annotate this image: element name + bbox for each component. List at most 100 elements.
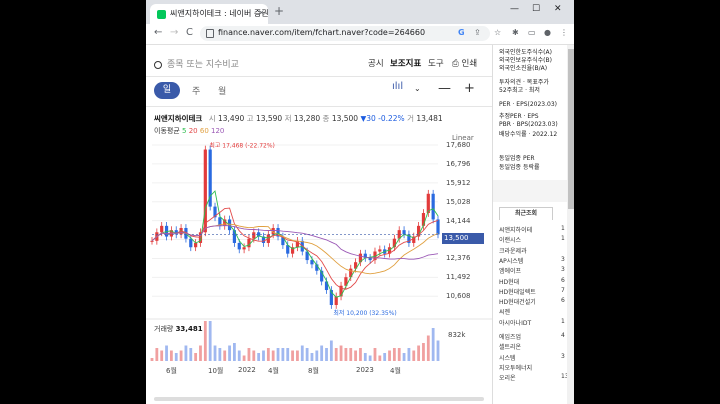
extensions-icon[interactable]: ✱ <box>512 28 519 37</box>
volume-bar <box>208 321 212 361</box>
low-value: 13,280 <box>293 114 321 123</box>
candle-body <box>252 232 256 239</box>
volume-bar <box>271 350 275 361</box>
volume-bar <box>397 348 401 361</box>
recent-item-count: 1 <box>561 235 565 243</box>
recent-item[interactable]: 씨젠 <box>499 307 510 316</box>
ma-5[interactable]: 5 <box>182 127 186 135</box>
y-tick-label: 15,912 <box>446 178 471 187</box>
menu-print-label: 인쇄 <box>461 59 478 69</box>
period-monthly-button[interactable]: 월 <box>218 84 226 97</box>
menu-indicators[interactable]: 보조지표 <box>390 57 421 69</box>
volume-bar <box>383 353 387 361</box>
volume-bar <box>228 345 231 361</box>
volume-bar <box>237 350 241 361</box>
divider <box>146 106 492 107</box>
candle-body <box>160 225 164 233</box>
recent-item[interactable]: 시스템 <box>499 353 516 362</box>
page-content: 종목 또는 지수비교 공시 보조지표 도구 ⎙ 인쇄 일 주 월 ılıl ⌄ … <box>146 45 574 404</box>
google-icon[interactable]: G <box>458 28 465 37</box>
volume-bar <box>150 358 154 361</box>
volume-bar <box>184 345 188 361</box>
volume-bar <box>359 348 362 361</box>
period-daily-button[interactable]: 일 <box>154 82 180 99</box>
volume-axis-label: 832k <box>448 331 466 339</box>
recent-item[interactable]: 아시아나IDT <box>499 318 531 327</box>
recent-item-count: 1 <box>561 317 565 325</box>
candle-body <box>436 219 440 235</box>
zoom-in-icon[interactable]: + <box>464 81 475 96</box>
scrollbar-thumb[interactable] <box>568 49 574 209</box>
ma-120[interactable]: 120 <box>211 127 224 135</box>
bookmark-star-icon[interactable]: ☆ <box>494 28 501 37</box>
y-tick-label: 10,608 <box>446 292 471 301</box>
volume-bar <box>388 350 391 361</box>
close-window-button[interactable]: ✕ <box>554 4 562 14</box>
recent-item[interactable]: 오리온 <box>499 373 516 382</box>
volume-bar <box>422 343 425 361</box>
stock-search[interactable]: 종목 또는 지수비교 <box>154 57 239 70</box>
volume-bar <box>436 340 440 361</box>
open-label: 시 <box>208 114 216 123</box>
ohlc-line: 씨앤지하이테크 시 13,490 고 13,590 저 13,280 종 13,… <box>154 113 443 124</box>
recent-item[interactable]: 크라운제과 <box>499 246 527 255</box>
divider <box>146 76 492 77</box>
recent-item[interactable]: AP시스템 <box>499 256 523 265</box>
volume-bar <box>286 348 290 361</box>
profile-avatar-icon[interactable]: ● <box>544 28 551 37</box>
new-tab-button[interactable]: + <box>274 4 284 18</box>
recent-item[interactable]: 에임즈업 <box>499 332 521 341</box>
recent-item[interactable]: 지오투에너지 <box>499 363 532 372</box>
candle-body <box>189 238 193 248</box>
change-value: ▼30 -0.22% <box>360 114 405 123</box>
tab-bar: 씨앤지하이테크 : 네이버 증권 × + — ☐ ✕ <box>146 0 574 24</box>
volume-bar <box>189 348 193 361</box>
browser-tab[interactable]: 씨앤지하이테크 : 네이버 증권 × <box>150 4 269 24</box>
period-weekly-button[interactable]: 주 <box>192 84 200 97</box>
volume-bar <box>203 321 207 361</box>
recent-item[interactable]: HD현대일렉트 <box>499 287 536 296</box>
menu-print[interactable]: ⎙ 인쇄 <box>452 57 477 69</box>
tab-close-icon[interactable]: × <box>258 8 265 17</box>
recent-item[interactable]: HD현대 <box>499 277 519 286</box>
recent-item[interactable]: 셀트리온 <box>499 342 521 351</box>
recent-item[interactable]: 이랜시스 <box>499 235 521 244</box>
volume-bar <box>344 348 348 361</box>
ma-60[interactable]: 60 <box>200 127 209 135</box>
price-chart[interactable]: 최고 17,468 (-22.72%) 최저 10,200 (32.35%) <box>146 141 492 397</box>
x-tick-label: 2022 <box>238 366 256 374</box>
url-field[interactable]: finance.naver.com/item/fchart.naver?code… <box>200 26 490 41</box>
menu-tools[interactable]: 도구 <box>428 57 444 69</box>
recent-item[interactable]: 엠에이프 <box>499 266 521 275</box>
volume-bar <box>276 348 280 361</box>
volume-bar <box>329 340 333 361</box>
reload-button[interactable]: C <box>186 27 193 38</box>
tab-title: 씨앤지하이테크 : 네이버 증권 <box>170 9 269 18</box>
minimize-button[interactable]: — <box>510 4 519 14</box>
print-icon: ⎙ <box>452 59 459 69</box>
volume-bar <box>305 348 309 361</box>
ma-20[interactable]: 20 <box>189 127 198 135</box>
chevron-down-icon[interactable]: ⌄ <box>414 84 421 93</box>
share-icon[interactable]: ⇪ <box>474 28 481 37</box>
back-button[interactable]: ← <box>154 27 162 38</box>
recent-item-count: 3 <box>561 255 565 263</box>
recent-item[interactable]: 씨앤지하이테 <box>499 225 532 234</box>
sidebar-info-item: 52주최고 · 최저 <box>499 87 540 94</box>
volume-bar <box>315 350 319 361</box>
menu-disclosure[interactable]: 공시 <box>368 57 384 69</box>
volume-bar <box>349 348 353 361</box>
forward-button[interactable]: → <box>170 27 178 38</box>
recent-item[interactable]: HD현대건설기 <box>499 297 536 306</box>
volume-bar <box>325 348 328 361</box>
maximize-button[interactable]: ☐ <box>532 4 540 14</box>
candle-type-icon[interactable]: ılıl <box>392 81 403 92</box>
volume-bar <box>247 348 251 361</box>
page-scrollbar[interactable] <box>567 45 574 404</box>
sidepanel-icon[interactable]: ▭ <box>528 28 536 37</box>
volume-bar <box>213 345 217 361</box>
zoom-out-icon[interactable]: — <box>438 81 451 96</box>
recent-tab[interactable]: 최근조회 <box>499 207 553 220</box>
chart-scrollbar[interactable] <box>154 397 484 401</box>
menu-dots-icon[interactable]: ⋮ <box>560 28 568 37</box>
